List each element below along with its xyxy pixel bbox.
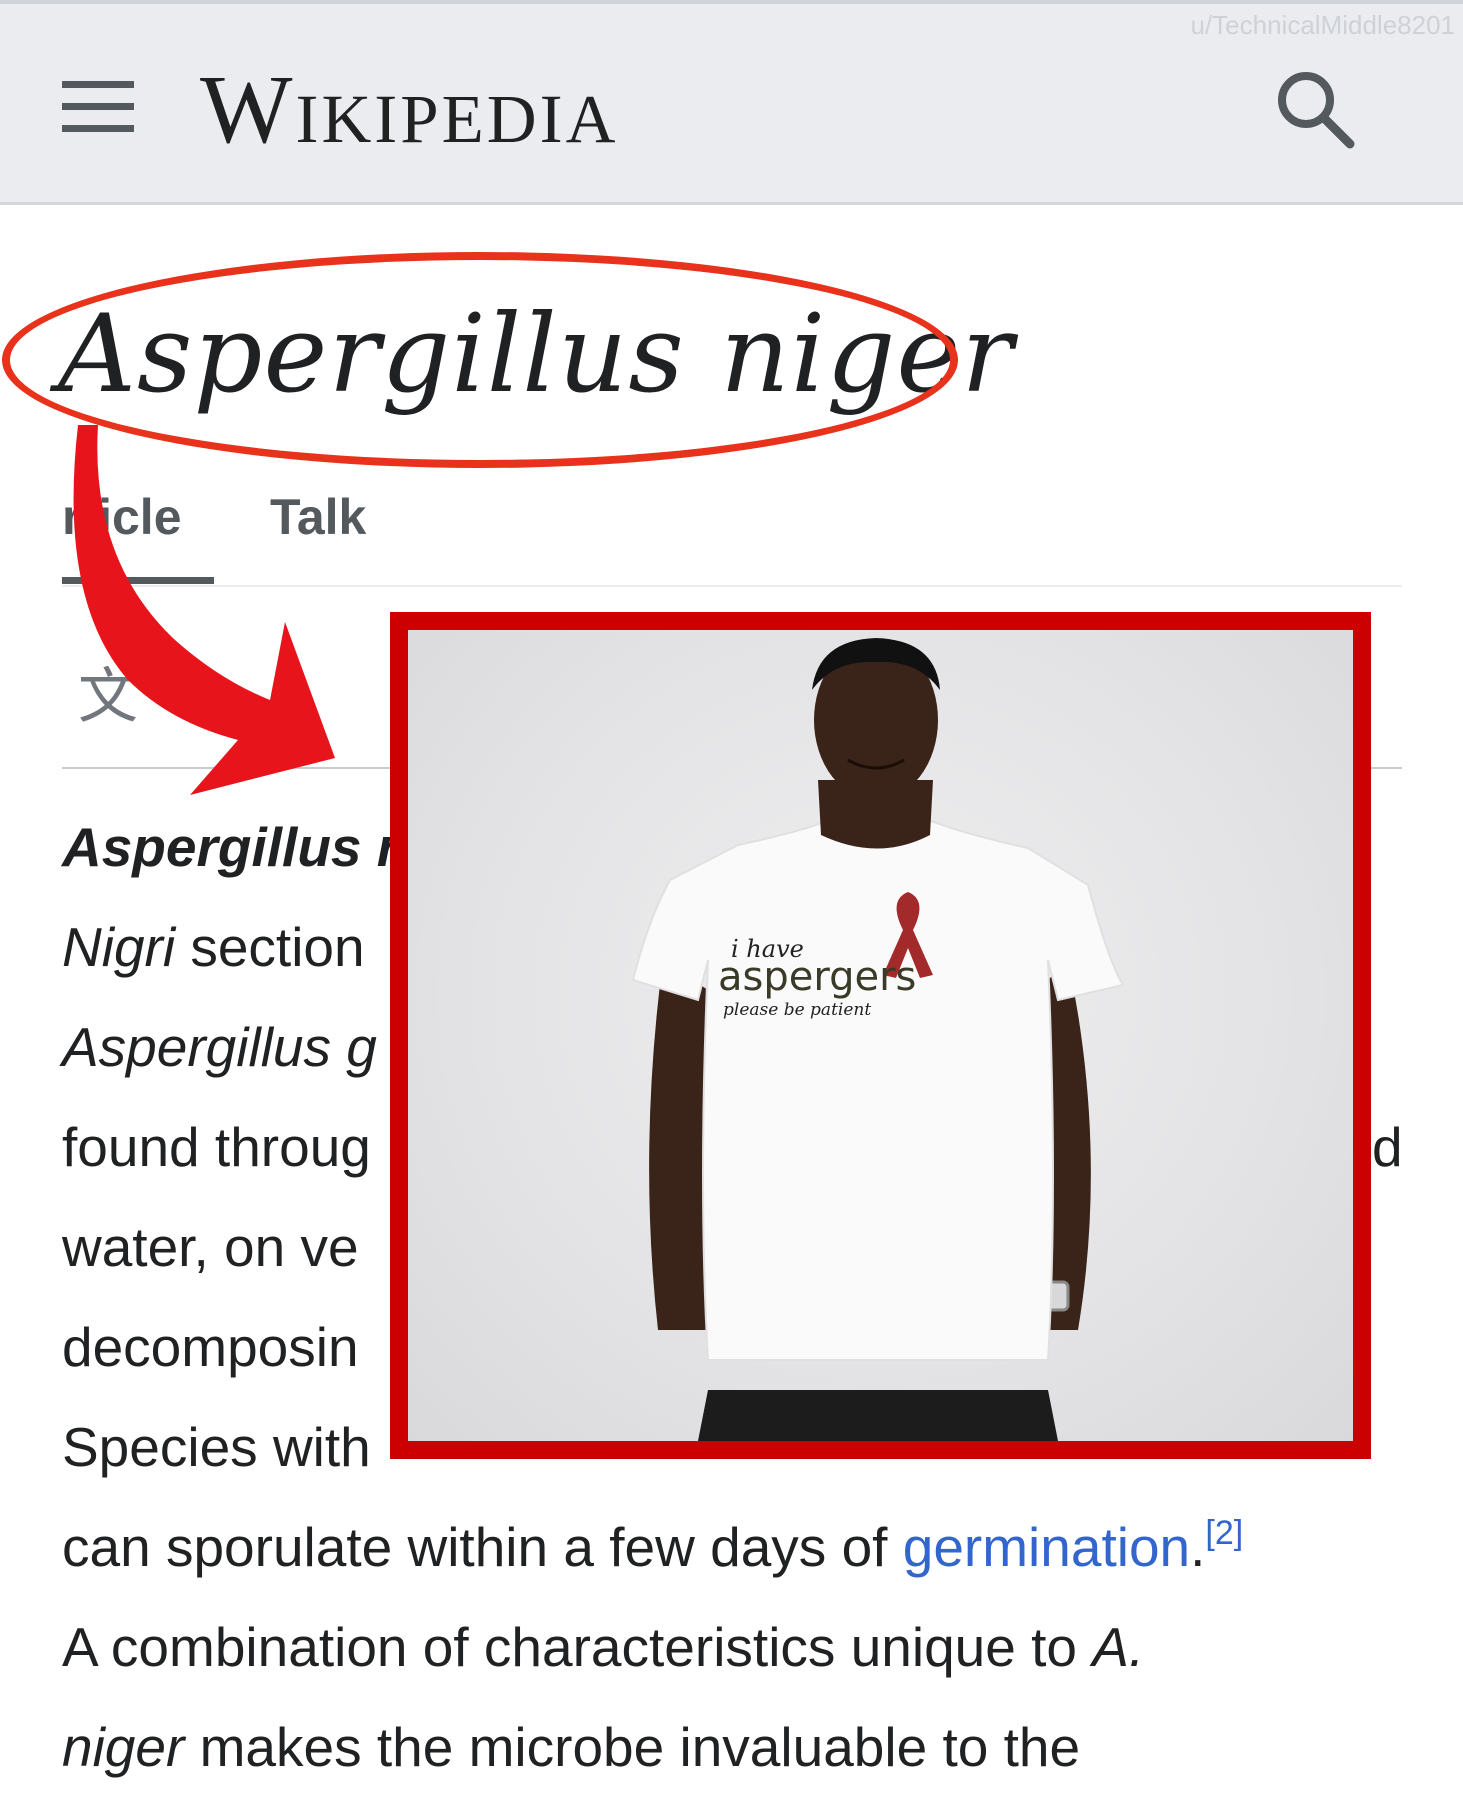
person-photo: i have aspergers please be patient	[408, 630, 1353, 1441]
tab-talk[interactable]: Talk	[270, 488, 366, 546]
wikipedia-wordmark[interactable]: Wikipedia	[200, 60, 618, 160]
reference-link[interactable]: [2]	[1205, 1514, 1243, 1552]
shirt-text-line3: please be patient	[723, 1000, 871, 1020]
hamburger-menu-icon[interactable]	[62, 77, 134, 137]
page-title: Aspergillus niger	[58, 292, 1014, 417]
search-icon[interactable]	[1270, 64, 1360, 154]
text-line: A combination of characteristics unique …	[62, 1616, 1145, 1678]
overlay-photo-frame: i have aspergers please be patient	[390, 612, 1371, 1459]
tabs-divider	[62, 585, 1402, 587]
watermark: u/TechnicalMiddle8201	[1190, 10, 1455, 40]
text-line: niger makes the microbe invaluable to th…	[62, 1716, 1081, 1778]
tab-article[interactable]: rticle	[62, 488, 214, 584]
shirt-text-line2: aspergers	[718, 954, 916, 1000]
text-line: can sporulate within a few days of germi…	[62, 1514, 1244, 1578]
language-icon[interactable]: 文	[78, 648, 138, 735]
germination-link[interactable]: germination	[903, 1516, 1190, 1578]
wikipedia-header: u/TechnicalMiddle8201 Wikipedia	[0, 0, 1463, 205]
